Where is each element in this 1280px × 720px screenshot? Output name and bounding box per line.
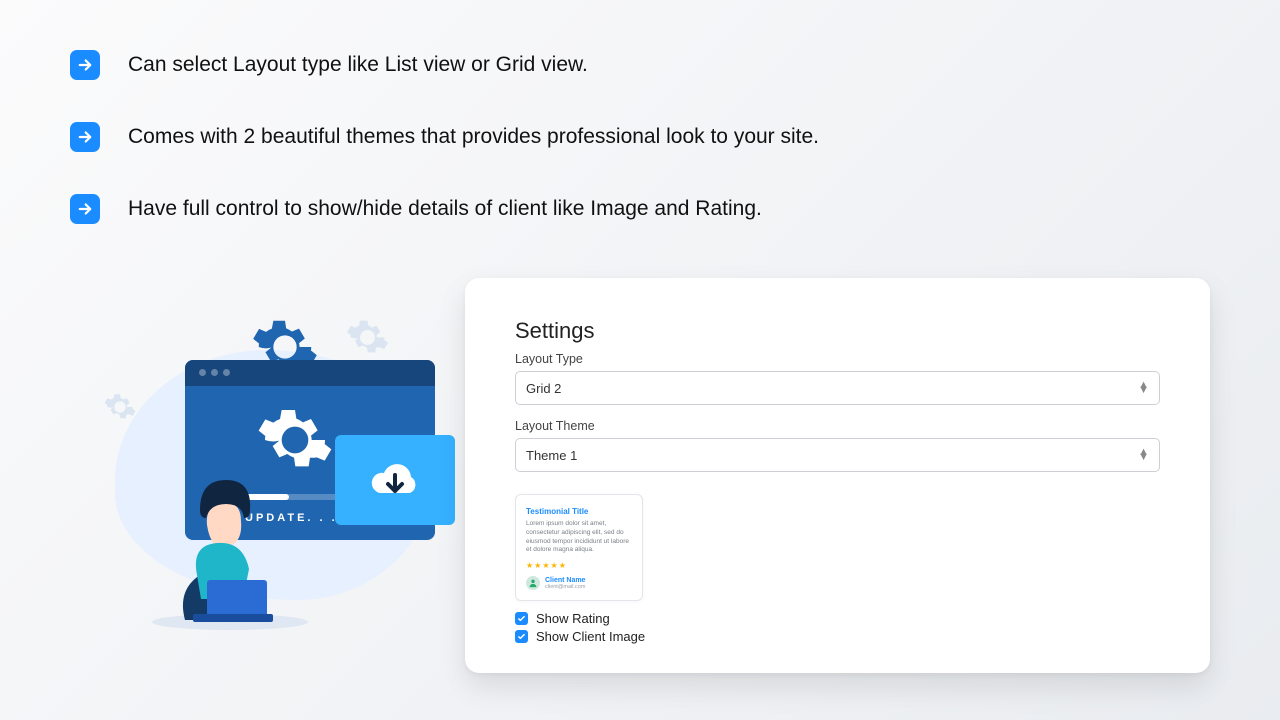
layout-theme-value: Theme 1 xyxy=(526,448,577,463)
preview-client-name: Client Name xyxy=(545,577,585,584)
preview-client-email: client@mail.com xyxy=(545,584,585,590)
feature-item: Have full control to show/hide details o… xyxy=(70,194,1220,224)
arrow-right-icon xyxy=(70,50,100,80)
select-sort-icon: ▲▼ xyxy=(1138,383,1149,393)
show-rating-label: Show Rating xyxy=(536,611,610,626)
preview-title: Testimonial Title xyxy=(526,507,632,516)
feature-text: Can select Layout type like List view or… xyxy=(128,53,588,77)
feature-text: Comes with 2 beautiful themes that provi… xyxy=(128,125,819,149)
settings-title: Settings xyxy=(515,318,1160,344)
select-sort-icon: ▲▼ xyxy=(1138,450,1149,460)
show-rating-checkbox[interactable]: Show Rating xyxy=(515,611,1160,626)
gear-icon xyxy=(255,400,335,480)
layout-type-select[interactable]: Grid 2 ▲▼ xyxy=(515,371,1160,405)
checkbox-checked-icon xyxy=(515,630,528,643)
preview-body: Lorem ipsum dolor sit amet, consectetur … xyxy=(526,520,632,555)
feature-text: Have full control to show/hide details o… xyxy=(128,197,762,221)
settings-illustration: UPDATE. . . . xyxy=(95,320,435,630)
feature-list: Can select Layout type like List view or… xyxy=(70,50,1220,266)
feature-item: Can select Layout type like List view or… xyxy=(70,50,1220,80)
star-rating-icon: ★★★★★ xyxy=(526,561,632,570)
layout-theme-select[interactable]: Theme 1 ▲▼ xyxy=(515,438,1160,472)
show-client-image-label: Show Client Image xyxy=(536,629,645,644)
person-laptop-icon xyxy=(145,470,315,630)
avatar-icon xyxy=(526,576,540,590)
layout-type-value: Grid 2 xyxy=(526,381,561,396)
layout-type-label: Layout Type xyxy=(515,352,1160,366)
settings-panel: Settings Layout Type Grid 2 ▲▼ Layout Th… xyxy=(465,278,1210,673)
theme-preview-card: Testimonial Title Lorem ipsum dolor sit … xyxy=(515,494,643,601)
cloud-download-icon xyxy=(335,435,455,525)
feature-item: Comes with 2 beautiful themes that provi… xyxy=(70,122,1220,152)
layout-theme-label: Layout Theme xyxy=(515,419,1160,433)
checkbox-checked-icon xyxy=(515,612,528,625)
show-client-image-checkbox[interactable]: Show Client Image xyxy=(515,629,1160,644)
arrow-right-icon xyxy=(70,194,100,224)
arrow-right-icon xyxy=(70,122,100,152)
